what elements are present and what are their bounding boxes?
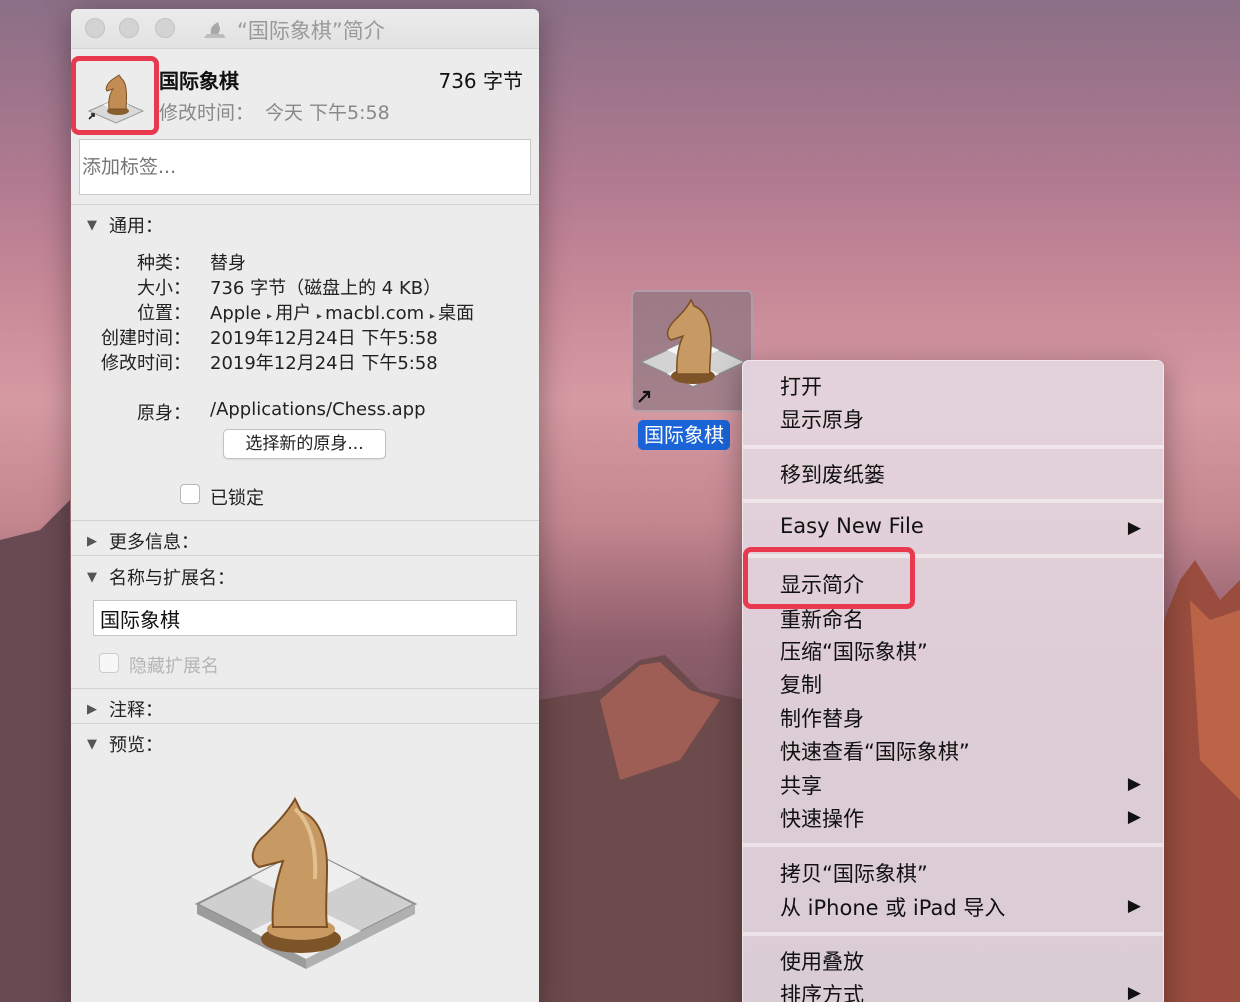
comments-section-toggle[interactable]: ▶ 注释： (87, 696, 163, 722)
chess-file-icon (87, 74, 145, 124)
general-section-toggle[interactable]: ▼ 通用： (87, 212, 163, 238)
disclosure-open-icon: ▼ (87, 217, 97, 233)
menu-item-quick-actions[interactable]: 快速操作 (780, 803, 864, 833)
original-value: /Applications/Chess.app (210, 399, 426, 420)
kind-value: 替身 (210, 253, 246, 274)
divider (71, 688, 539, 689)
window-title: “国际象棋”简介 (237, 19, 385, 43)
tags-input[interactable] (79, 139, 531, 195)
path-arrow-icon: ▸ (316, 311, 326, 322)
locked-checkbox[interactable] (180, 484, 200, 504)
zoom-window-button[interactable] (155, 18, 175, 38)
submenu-arrow-icon: ▶ (1127, 983, 1141, 1002)
disclosure-closed-icon: ▶ (87, 533, 97, 549)
divider (71, 204, 539, 205)
location-label: 位置： (137, 303, 191, 324)
submenu-arrow-icon: ▶ (1127, 774, 1141, 794)
file-name: 国际象棋 (159, 69, 239, 93)
preview-header: 预览： (109, 735, 163, 756)
more-info-section-toggle[interactable]: ▶ 更多信息： (87, 528, 199, 554)
modified-label: 修改时间： (159, 102, 255, 124)
path-item: macbl.com (325, 303, 425, 324)
location-path: Apple ▸ 用户 ▸ macbl.com ▸ 桌面 (210, 299, 474, 325)
size-value: 736 字节（磁盘上的 4 KB） (210, 278, 442, 299)
menu-item-duplicate[interactable]: 复制 (780, 669, 822, 699)
menu-item-sort-by[interactable]: 排序方式 (780, 979, 864, 1002)
path-arrow-icon: ▸ (266, 311, 276, 322)
submenu-arrow-icon: ▶ (1127, 518, 1141, 538)
original-label: 原身： (137, 403, 191, 424)
close-window-button[interactable] (85, 18, 105, 38)
modified-value: 今天 下午5:58 (265, 102, 390, 124)
menu-item-compress[interactable]: 压缩“国际象棋” (780, 636, 928, 666)
divider (71, 555, 539, 556)
locked-label: 已锁定 (210, 488, 264, 509)
file-size: 736 字节 (438, 69, 523, 93)
menu-item-open[interactable]: 打开 (780, 371, 822, 401)
path-item: 用户 (275, 303, 312, 324)
path-item: 桌面 (438, 303, 475, 324)
disclosure-open-icon: ▼ (87, 736, 97, 752)
hide-extension-checkbox[interactable] (99, 653, 119, 673)
get-info-highlight (743, 547, 915, 609)
disclosure-open-icon: ▼ (87, 569, 97, 585)
kind-label: 种类： (137, 253, 191, 274)
menu-separator (743, 499, 1163, 503)
window-title-group: “国际象棋”简介 (201, 15, 385, 45)
menu-separator (743, 932, 1163, 936)
modified-date-label: 修改时间： (101, 353, 191, 374)
menu-item-quick-look[interactable]: 快速查看“国际象棋” (780, 736, 970, 766)
menu-item-import-from-iphone[interactable]: 从 iPhone 或 iPad 导入 (780, 892, 1005, 922)
name-field[interactable] (93, 600, 517, 636)
hide-extension-label: 隐藏扩展名 (129, 656, 219, 677)
submenu-arrow-icon: ▶ (1127, 807, 1141, 827)
created-value: 2019年12月24日 下午5:58 (210, 328, 438, 349)
preview-section-toggle[interactable]: ▼ 预览： (87, 731, 163, 757)
divider (71, 520, 539, 521)
titlebar: “国际象棋”简介 (71, 9, 539, 49)
desktop-alias-icon[interactable] (631, 290, 753, 412)
path-item: Apple (210, 303, 262, 324)
disclosure-closed-icon: ▶ (87, 701, 97, 717)
menu-item-easy-new-file[interactable]: Easy New File (780, 514, 924, 538)
menu-separator (743, 843, 1163, 847)
chess-preview-image (194, 796, 418, 969)
desktop-icon-label[interactable]: 国际象棋 (638, 420, 730, 450)
minimize-window-button[interactable] (119, 18, 139, 38)
divider (71, 723, 539, 724)
name-ext-header: 名称与扩展名： (109, 568, 235, 589)
chess-icon (638, 298, 747, 403)
menu-separator (743, 445, 1163, 449)
context-menu: 打开 显示原身 移到废纸篓 Easy New File ▶ 显示简介 重新命名 … (742, 360, 1164, 1002)
chess-alias-icon (204, 22, 226, 38)
more-info-header: 更多信息： (109, 532, 199, 553)
comments-header: 注释： (109, 700, 163, 721)
menu-item-show-original[interactable]: 显示原身 (780, 404, 864, 434)
size-label: 大小： (137, 278, 191, 299)
info-window: “国际象棋”简介 国际象棋 736 字节 修改时间： 今天 下午5:58 ▼ 通… (71, 9, 539, 1002)
menu-item-use-stacks[interactable]: 使用叠放 (780, 946, 864, 976)
created-label: 创建时间： (101, 328, 191, 349)
modified-date-value: 2019年12月24日 下午5:58 (210, 353, 438, 374)
general-header: 通用： (109, 216, 163, 237)
menu-item-share[interactable]: 共享 (780, 770, 822, 800)
submenu-arrow-icon: ▶ (1127, 896, 1141, 916)
menu-item-copy[interactable]: 拷贝“国际象棋” (780, 858, 928, 888)
name-ext-section-toggle[interactable]: ▼ 名称与扩展名： (87, 564, 235, 590)
menu-item-move-to-trash[interactable]: 移到废纸篓 (780, 459, 885, 489)
path-arrow-icon: ▸ (429, 311, 439, 322)
menu-item-make-alias[interactable]: 制作替身 (780, 703, 864, 733)
select-new-original-button[interactable]: 选择新的原身... (223, 429, 386, 459)
